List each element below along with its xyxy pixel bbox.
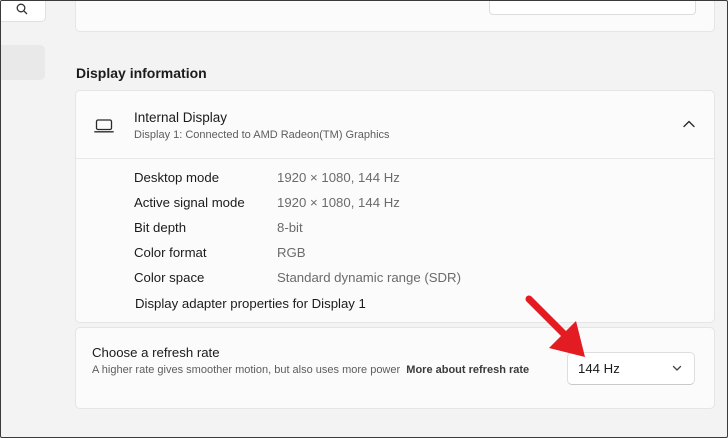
clipped-setting-control[interactable]: [489, 1, 696, 15]
info-label: Color format: [134, 245, 207, 260]
settings-window: Display information Internal Display Dis…: [0, 0, 728, 438]
chevron-up-icon[interactable]: [682, 117, 696, 131]
info-label: Color space: [134, 270, 205, 285]
info-value: 8-bit: [277, 220, 303, 235]
chevron-down-icon: [672, 365, 682, 371]
info-value: Standard dynamic range (SDR): [277, 270, 461, 285]
laptop-icon: [94, 119, 114, 133]
search-box[interactable]: [1, 1, 46, 22]
search-icon: [16, 3, 28, 15]
refresh-rate-description: A higher rate gives smoother motion, but…: [92, 363, 532, 378]
refresh-rate-card: Choose a refresh rate A higher rate give…: [75, 327, 715, 409]
info-value: RGB: [277, 245, 306, 260]
sidebar-selected-item[interactable]: [1, 45, 45, 80]
info-label: Desktop mode: [134, 170, 220, 185]
info-value: 1920 × 1080, 144 Hz: [277, 195, 400, 210]
clipped-setting-text: [98, 1, 428, 6]
display-information-card: Internal Display Display 1: Connected to…: [75, 90, 715, 323]
display-connection: Display 1: Connected to AMD Radeon(TM) G…: [134, 129, 390, 141]
info-label: Bit depth: [134, 220, 187, 235]
display-header[interactable]: Internal Display Display 1: Connected to…: [76, 91, 714, 159]
display-name: Internal Display: [134, 110, 228, 125]
refresh-rate-title: Choose a refresh rate: [92, 345, 220, 360]
more-about-refresh-rate-link[interactable]: More about refresh rate: [406, 364, 529, 376]
section-title: Display information: [76, 65, 207, 81]
refresh-rate-desc-text: A higher rate gives smoother motion, but…: [92, 364, 401, 376]
info-label: Active signal mode: [134, 195, 245, 210]
previous-setting-card: [75, 1, 715, 32]
info-value: 1920 × 1080, 144 Hz: [277, 170, 400, 185]
display-adapter-properties-link[interactable]: Display adapter properties for Display 1: [135, 296, 366, 311]
red-arrow: [525, 295, 585, 357]
